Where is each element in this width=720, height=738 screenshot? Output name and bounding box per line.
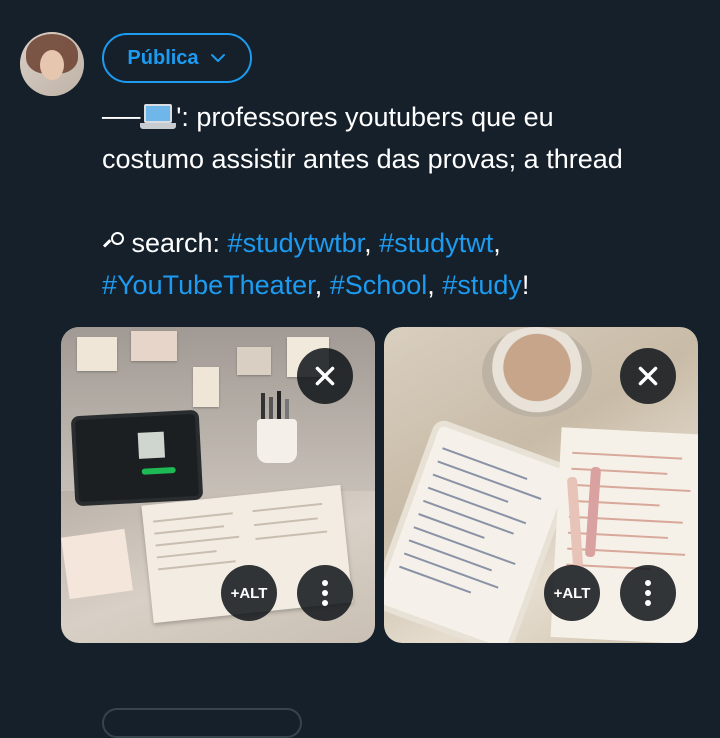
hashtag-youtubetheater[interactable]: #YouTubeTheater [102, 270, 315, 300]
hashtag-studytwt[interactable]: #studytwt [379, 228, 493, 258]
more-vertical-icon [322, 580, 328, 606]
hashtag-study[interactable]: #study [442, 270, 522, 300]
hashtag-studytwtbr[interactable]: #studytwtbr [228, 228, 365, 258]
partial-next-control[interactable] [102, 708, 302, 738]
close-icon [315, 366, 335, 386]
add-alt-text-button[interactable]: +ALT [544, 565, 600, 621]
tweet-line-1: ── ': professores youtubers que eu [102, 102, 554, 132]
more-options-button[interactable] [620, 565, 676, 621]
tweet-hashtag-line: search: #studytwtbr, #studytwt, #YouTube… [102, 228, 530, 300]
user-avatar[interactable] [20, 32, 84, 96]
remove-image-button[interactable] [297, 348, 353, 404]
attached-image-coffee[interactable]: +ALT [384, 327, 698, 643]
search-icon [102, 232, 124, 254]
coffee-cup-in-photo [482, 327, 592, 417]
remove-image-button[interactable] [620, 348, 676, 404]
audience-selector-button[interactable]: Pública [102, 33, 252, 83]
more-vertical-icon [645, 580, 651, 606]
laptop-emoji [140, 104, 177, 130]
attached-image-desk[interactable]: +ALT [61, 327, 375, 643]
hashtag-school[interactable]: #School [330, 270, 428, 300]
tweet-line-2: costumo assistir antes das provas; a thr… [102, 144, 623, 174]
audience-label: Pública [127, 46, 199, 69]
more-options-button[interactable] [297, 565, 353, 621]
tablet-in-photo [70, 409, 204, 507]
tweet-text-area[interactable]: ── ': professores youtubers que eu costum… [102, 96, 702, 306]
close-icon [638, 366, 658, 386]
chevron-down-icon [210, 54, 225, 62]
add-alt-text-button[interactable]: +ALT [221, 565, 277, 621]
